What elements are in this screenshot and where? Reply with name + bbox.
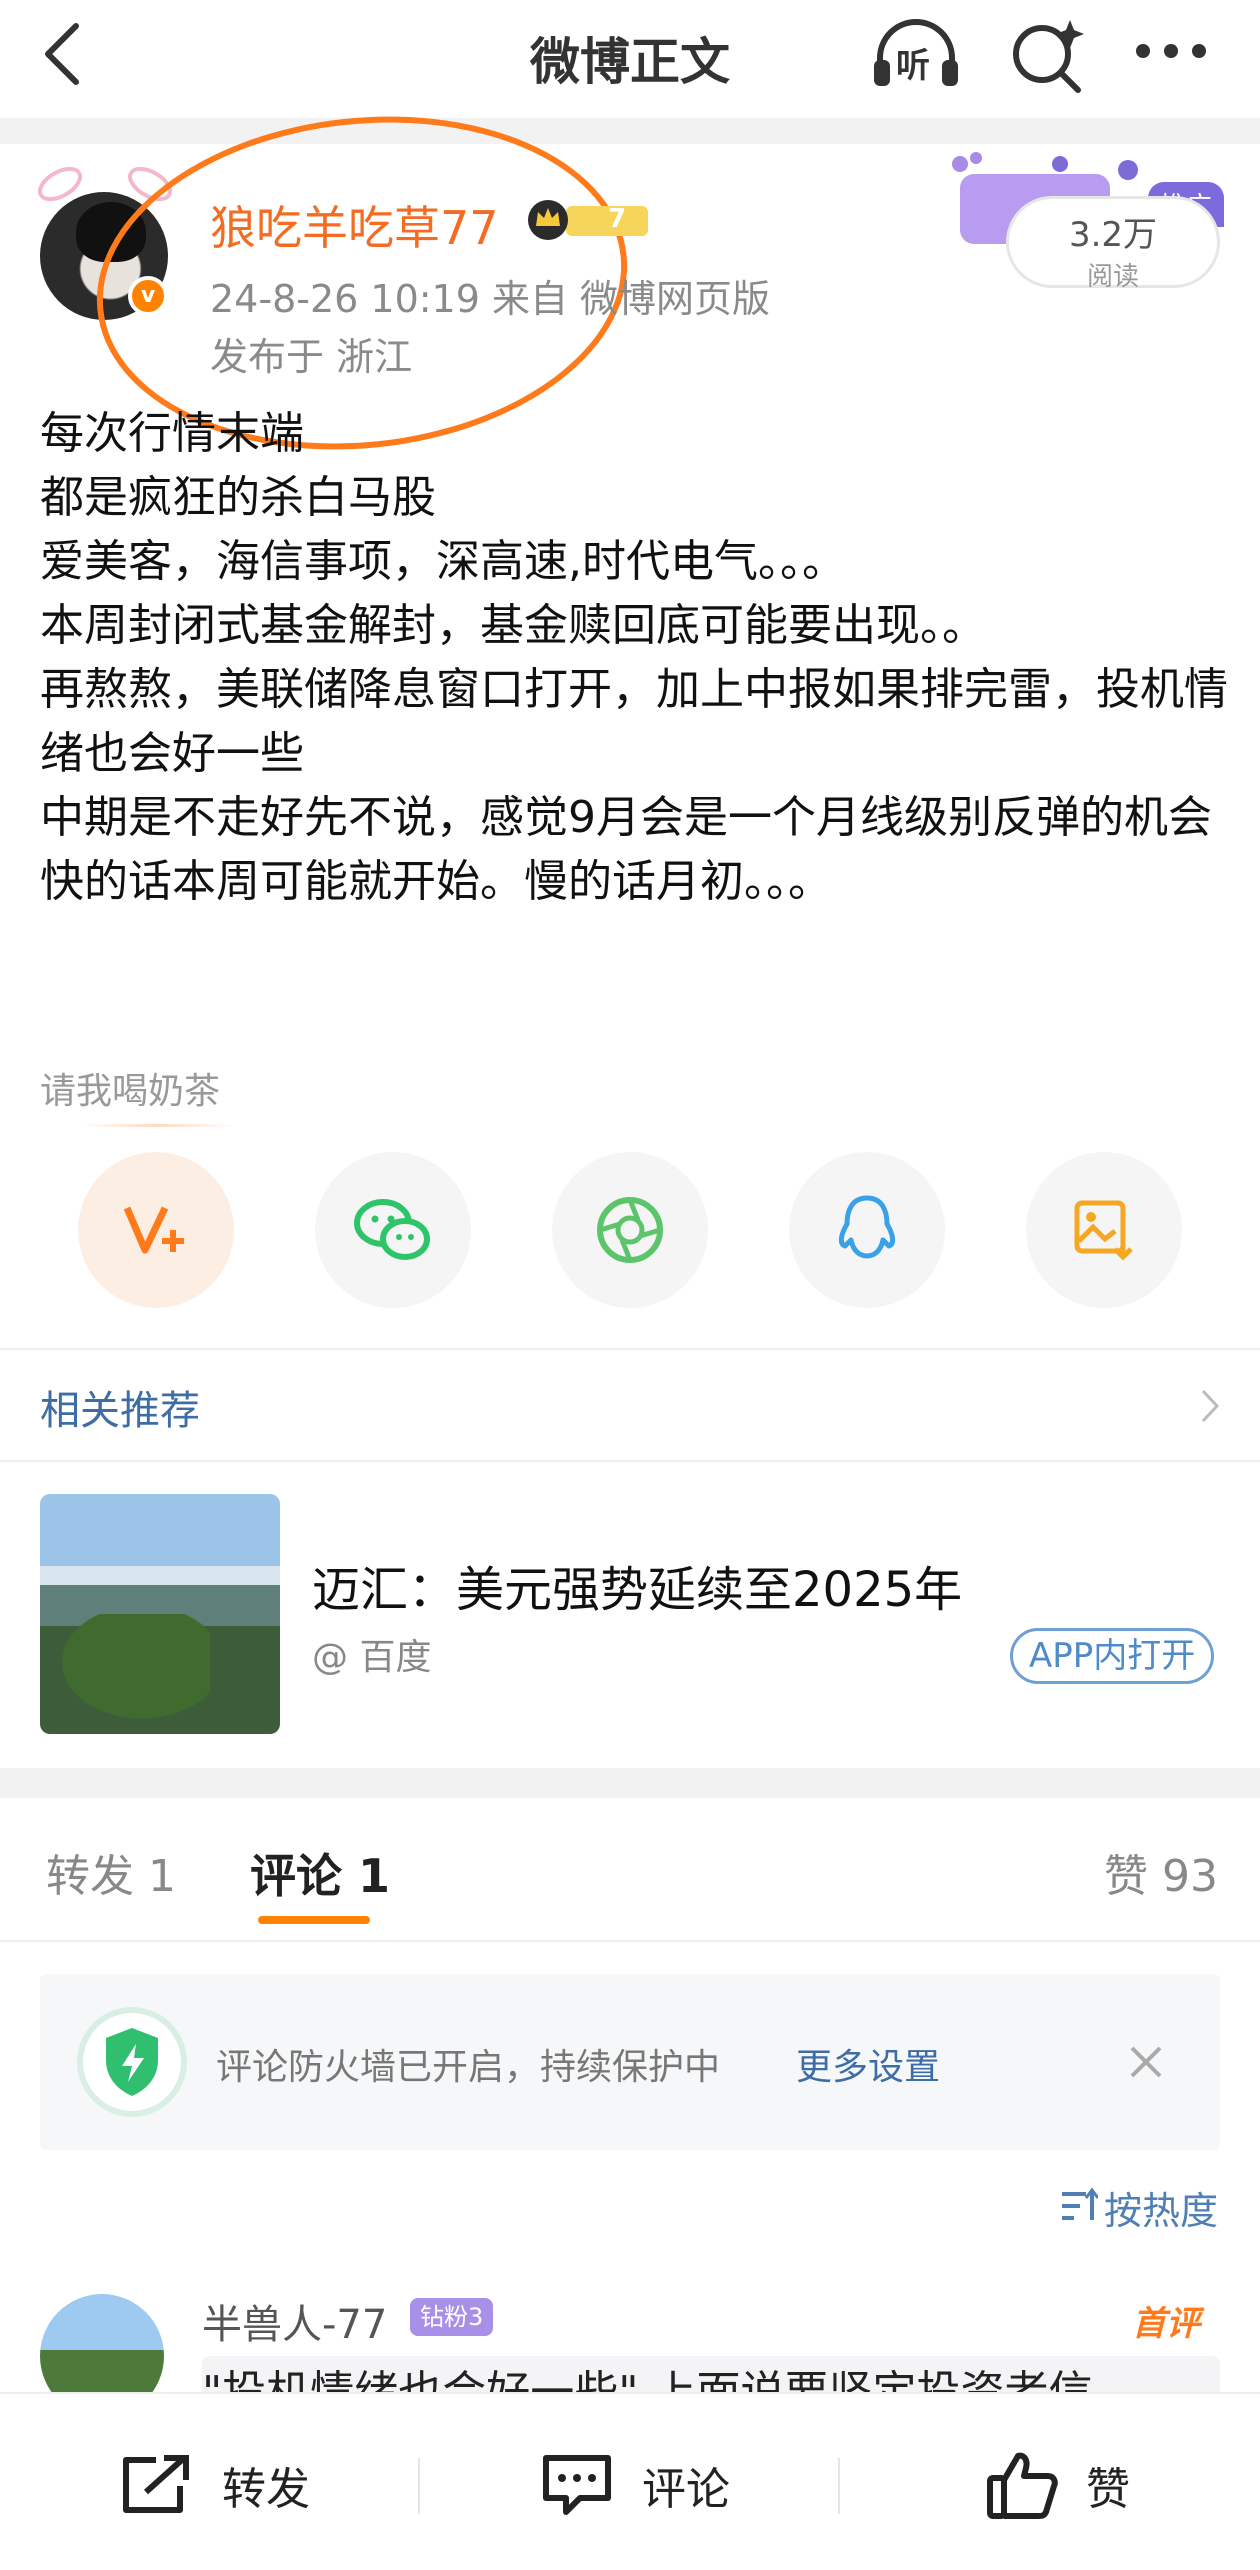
share-wechat-button[interactable] xyxy=(315,1152,471,1308)
firewall-text: 评论防火墙已开启，持续保护中 xyxy=(216,2047,721,2088)
wechat-icon xyxy=(354,1199,430,1260)
post-line: 都是疯狂的杀白马股 xyxy=(40,472,436,523)
qq-icon xyxy=(838,1195,896,1259)
divider xyxy=(418,2458,420,2514)
post-line: 中期是不走好先不说，感觉9月会是一个月线级别反弹的机会 xyxy=(40,792,1212,843)
divider xyxy=(0,1460,1260,1462)
sort-by-hot[interactable]: 按热度 xyxy=(1104,2180,1218,2235)
repost-icon xyxy=(123,2455,189,2513)
related-title[interactable]: 迈汇：美元强势延续至2025年 xyxy=(312,1550,962,1620)
divider xyxy=(838,2458,840,2514)
tip-underline xyxy=(80,1124,234,1127)
divider xyxy=(0,1940,1260,1942)
post-line: 再熬熬，美联储降息窗口打开，加上中报如果排完雷，投机情绪也会好一些 xyxy=(40,664,1228,779)
share-moments-button[interactable] xyxy=(552,1152,708,1308)
post-location: 发布于 浙江 xyxy=(210,335,413,379)
active-tab-indicator xyxy=(258,1916,370,1924)
header-divider xyxy=(0,118,1260,144)
share-row xyxy=(0,1152,1260,1312)
save-image-icon xyxy=(1074,1200,1133,1261)
commenter-name[interactable]: 半兽人-77 xyxy=(202,2292,387,2350)
repost-label: 转发 xyxy=(222,2464,310,2515)
comment-label: 评论 xyxy=(642,2464,730,2515)
tab-comment[interactable]: 评论 1 xyxy=(250,1840,390,1906)
fan-badge: 钻粉3 xyxy=(410,2298,494,2336)
crown-icon xyxy=(528,200,648,240)
section-divider xyxy=(0,1768,1260,1798)
comment-icon xyxy=(543,2455,611,2515)
post-line: 快的话本周可能就开始。慢的话月初。。。 xyxy=(40,856,832,907)
share-save-image-button[interactable] xyxy=(1026,1152,1182,1308)
post-line: 爱美客，海信事项，深高速,时代电气。。。 xyxy=(40,536,846,587)
more-icon[interactable] xyxy=(1134,42,1208,60)
thumbs-up-icon xyxy=(987,2452,1058,2519)
shield-icon xyxy=(77,2007,187,2117)
open-in-app-button[interactable]: APP内打开 xyxy=(1010,1628,1215,1684)
comment-button[interactable]: 评论 xyxy=(540,2450,730,2520)
related-thumbnail[interactable] xyxy=(40,1494,280,1734)
vip-plus-icon xyxy=(123,1206,184,1254)
sort-icon[interactable] xyxy=(1058,2186,1098,2226)
top-nav-bar: 微博正文 听 xyxy=(0,0,1260,118)
author-name[interactable]: 狼吃羊吃草77 xyxy=(210,192,499,258)
chevron-right-icon[interactable] xyxy=(1200,1388,1220,1424)
close-icon[interactable] xyxy=(1124,2040,1168,2084)
moments-icon xyxy=(597,1197,663,1263)
listen-button[interactable]: 听 xyxy=(866,14,966,94)
member-level: 7 xyxy=(608,204,627,234)
share-qq-button[interactable] xyxy=(789,1152,945,1308)
read-count: 3.2万 xyxy=(1068,215,1158,255)
read-count-pill: 3.2万 阅读 xyxy=(1006,196,1220,292)
tab-repost[interactable]: 转发 1 xyxy=(46,1840,176,1904)
listen-label: 听 xyxy=(896,46,930,86)
first-comment-tag: 首评 xyxy=(1132,2304,1200,2344)
repost-button[interactable]: 转发 xyxy=(118,2450,310,2520)
tab-like[interactable]: 赞 93 xyxy=(1104,1840,1218,1904)
read-label: 阅读 xyxy=(1086,262,1139,292)
bottom-action-bar: 转发 评论 赞 xyxy=(0,2392,1260,2570)
related-recommend-label[interactable]: 相关推荐 xyxy=(40,1378,200,1436)
post-line: 每次行情末端 xyxy=(40,408,304,459)
tip-label[interactable]: 请我喝奶茶 xyxy=(40,1062,220,1114)
like-button[interactable]: 赞 xyxy=(986,2450,1130,2520)
post-body: 每次行情末端 都是疯狂的杀白马股 爱美客，海信事项，深高速,时代电气。。。 本周… xyxy=(40,402,1230,914)
like-label: 赞 xyxy=(1086,2464,1130,2515)
search-icon[interactable] xyxy=(1008,16,1086,94)
post-time-source: 24-8-26 10:19 来自 微博网页版 xyxy=(210,277,771,321)
more-settings-link[interactable]: 更多设置 xyxy=(796,2038,940,2090)
post-line: 本周封闭式基金解封，基金赎回底可能要出现。。 xyxy=(40,600,986,651)
interaction-tabs: 转发 1 评论 1 赞 93 xyxy=(0,1800,1260,1940)
related-source: @ 百度 xyxy=(312,1637,432,1678)
comment-firewall-banner: 评论防火墙已开启，持续保护中 更多设置 xyxy=(40,1974,1220,2150)
divider xyxy=(0,1348,1260,1350)
share-vip-button[interactable] xyxy=(78,1152,234,1308)
member-crown-badge: 7 xyxy=(526,198,650,242)
